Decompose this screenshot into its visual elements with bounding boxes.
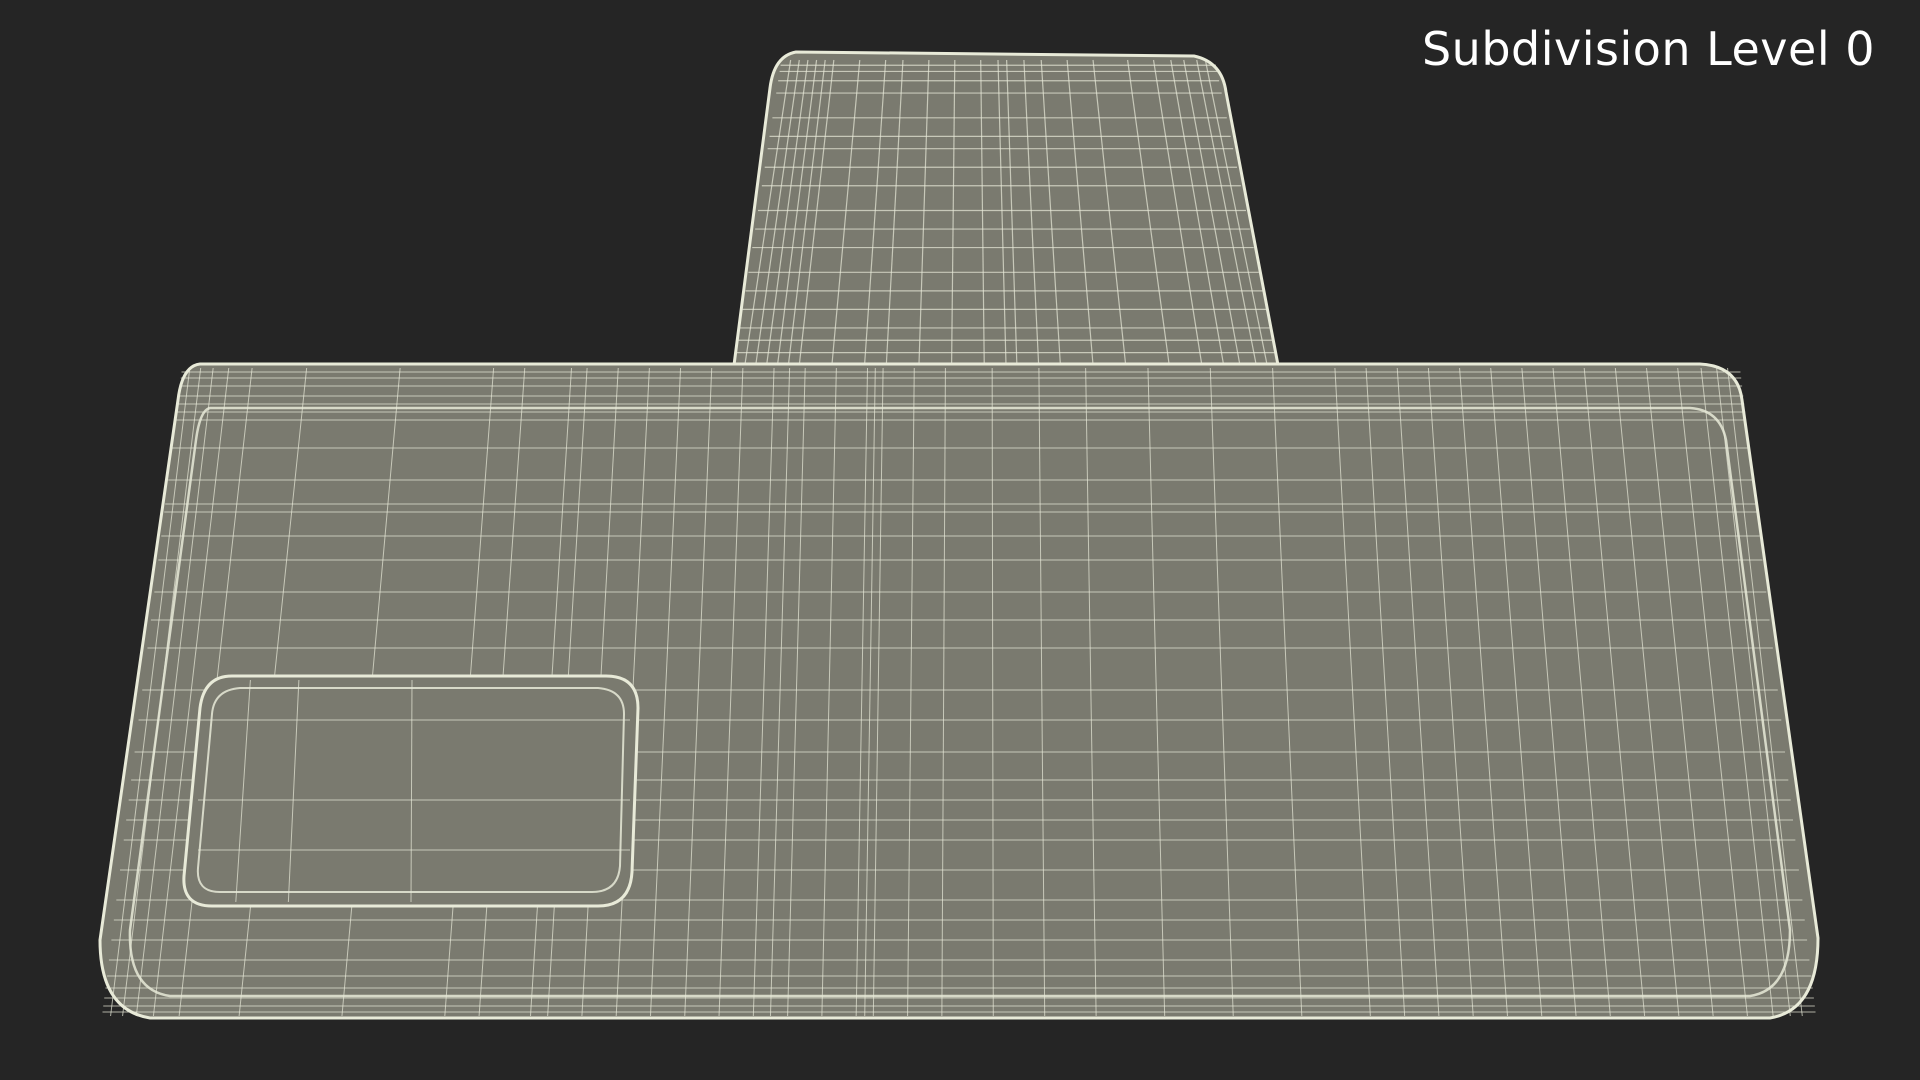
wireframe-model-render bbox=[98, 50, 1820, 1020]
camera-module-mesh bbox=[182, 674, 640, 908]
3d-viewport[interactable]: Subdivision Level 0 bbox=[0, 0, 1920, 1080]
subdivision-level-label: Subdivision Level 0 bbox=[1421, 22, 1875, 76]
rear-panel-mesh bbox=[732, 50, 1280, 367]
